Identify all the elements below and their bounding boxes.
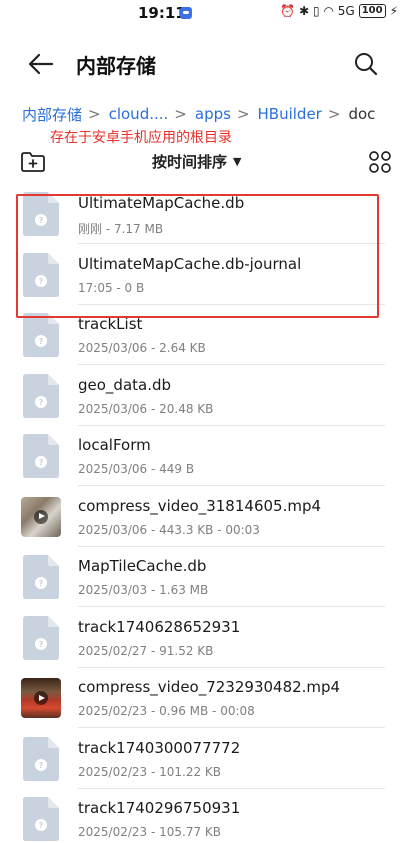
file-row[interactable]: compress_video_7232930482.mp4 2025/02/23 …	[0, 668, 420, 728]
file-row[interactable]: ? track1740296750931 2025/02/23 - 105.77 K…	[0, 789, 420, 843]
grid-view-button[interactable]	[368, 150, 392, 174]
file-meta: 17:05 - 0 B	[78, 280, 145, 295]
document-file-icon: ?	[23, 373, 59, 418]
chevron-right-icon: >	[88, 105, 101, 123]
file-row[interactable]: ? geo_data.db 2025/03/06 - 20.48 KB	[0, 366, 420, 426]
file-name: UltimateMapCache.db-journal	[78, 254, 302, 273]
file-meta: 2025/03/06 - 2.64 KB	[78, 341, 206, 355]
file-row[interactable]: ? track1740300077772 2025/02/23 - 101.22 K…	[0, 729, 420, 789]
file-name: UltimateMapCache.db	[78, 194, 245, 212]
file-name: localForm	[78, 436, 151, 454]
file-name: geo_data.db	[78, 375, 172, 394]
sort-dropdown[interactable]: 按时间排序 ▼	[152, 151, 241, 172]
svg-text:?: ?	[39, 640, 44, 649]
file-meta: 2025/03/06 - 20.48 KB	[78, 401, 214, 416]
svg-text:?: ?	[39, 579, 44, 588]
file-name: track1740628652931	[78, 617, 241, 636]
breadcrumb-item[interactable]: cloud....	[109, 105, 169, 123]
status-indicator-icons: ⏰ ✱ ▯ ◠ 5G	[280, 4, 355, 18]
file-meta: 2025/03/03 - 1.63 MB	[78, 583, 209, 597]
file-name: compress_video_7232930482.mp4	[78, 678, 341, 696]
file-row[interactable]: ? MapTileCache.db 2025/03/03 - 1.63 MB	[0, 547, 420, 607]
document-file-icon: ?	[23, 313, 59, 357]
back-button[interactable]	[26, 50, 56, 78]
svg-text:?: ?	[39, 216, 44, 225]
file-row[interactable]: ? track1740628652931 2025/02/27 - 91.52 KB	[0, 608, 420, 668]
svg-text:?: ?	[39, 821, 44, 830]
status-bar: 19:11 ⏰ ✱ ▯ ◠ 5G 100 ⚡	[0, 0, 420, 28]
video-thumbnail	[21, 678, 61, 718]
file-row[interactable]: ? UltimateMapCache.db-journal 17:05 - 0 B	[0, 245, 420, 305]
file-meta: 2025/02/23 - 101.22 KB	[78, 764, 222, 779]
play-icon	[34, 691, 48, 705]
document-file-icon: ?	[23, 797, 59, 841]
caret-down-icon: ▼	[233, 155, 242, 168]
file-name: track1740300077772	[78, 738, 241, 757]
app-header: 内部存储	[0, 40, 420, 88]
file-meta: 刚刚 - 7.17 MB	[78, 222, 164, 236]
svg-text:?: ?	[39, 458, 44, 467]
charging-icon: ⚡	[389, 4, 398, 18]
toolbar: 按时间排序 ▼	[0, 148, 420, 178]
chevron-right-icon: >	[236, 105, 250, 123]
back-arrow-icon	[28, 53, 54, 75]
breadcrumb-item[interactable]: 内部存储	[22, 104, 82, 125]
file-meta: 2025/03/06 - 449 B	[78, 462, 195, 476]
file-name: compress_video_31814605.mp4	[78, 496, 322, 515]
svg-text:?: ?	[39, 277, 44, 286]
status-time: 19:11	[138, 4, 186, 22]
new-folder-button[interactable]	[20, 150, 46, 174]
svg-text:?: ?	[39, 398, 44, 407]
document-file-icon: ?	[23, 192, 59, 236]
file-name: MapTileCache.db	[78, 557, 207, 575]
file-row[interactable]: compress_video_31814605.mp4 2025/03/06 - …	[0, 487, 420, 547]
document-file-icon: ?	[23, 555, 59, 599]
search-icon	[355, 53, 378, 76]
new-folder-icon	[21, 152, 45, 172]
file-row[interactable]: ? localForm 2025/03/06 - 449 B	[0, 426, 420, 486]
file-meta: 2025/02/23 - 105.77 KB	[78, 825, 222, 839]
chevron-right-icon: >	[174, 105, 187, 123]
svg-text:?: ?	[39, 761, 44, 770]
file-meta: 2025/02/27 - 91.52 KB	[78, 643, 214, 658]
file-meta: 2025/03/06 - 443.3 KB - 00:03	[78, 522, 260, 537]
document-file-icon: ?	[23, 434, 59, 478]
grid-view-icon	[369, 151, 391, 173]
file-name: trackList	[78, 315, 143, 333]
file-row[interactable]: ? UltimateMapCache.db 刚刚 - 7.17 MB	[0, 184, 420, 244]
status-icons: ⏰ ✱ ▯ ◠ 5G 100 ⚡	[280, 4, 398, 18]
video-thumbnail	[21, 496, 61, 537]
document-file-icon: ?	[23, 252, 59, 297]
file-name: track1740296750931	[78, 799, 241, 817]
file-row[interactable]: ? trackList 2025/03/06 - 2.64 KB	[0, 305, 420, 365]
search-button[interactable]	[352, 50, 380, 78]
breadcrumb: 内部存储 > cloud.... > apps > HBuilder > doc	[22, 103, 412, 125]
document-file-icon: ?	[23, 615, 59, 660]
sort-label: 按时间排序	[152, 153, 228, 171]
annotation-note: 存在于安卓手机应用的根目录	[50, 130, 232, 146]
breadcrumb-item[interactable]: apps	[195, 105, 231, 123]
notification-app-icon	[180, 7, 192, 19]
breadcrumb-item[interactable]: HBuilder	[258, 105, 322, 123]
breadcrumb-item: doc	[348, 105, 376, 123]
battery-icon: 100	[358, 4, 386, 18]
document-file-icon: ?	[23, 736, 59, 781]
chevron-right-icon: >	[327, 105, 341, 123]
svg-text:?: ?	[39, 337, 44, 346]
play-icon	[34, 509, 48, 524]
file-meta: 2025/02/23 - 0.96 MB - 00:08	[78, 704, 255, 718]
page-title: 内部存储	[76, 54, 156, 78]
